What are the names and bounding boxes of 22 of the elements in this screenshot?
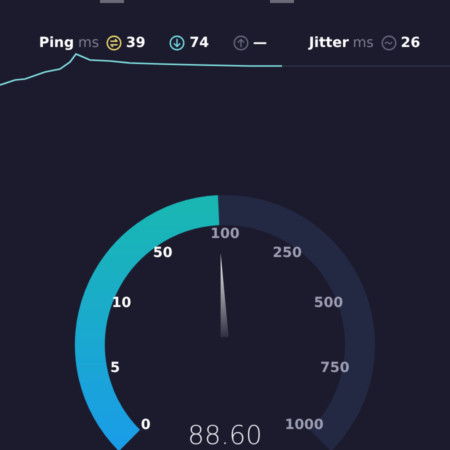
scale-label: 0 xyxy=(140,417,151,434)
download-icon xyxy=(169,34,186,50)
ping-icon xyxy=(106,34,122,50)
unit-label: ms xyxy=(352,34,374,50)
upload-icon xyxy=(232,34,249,50)
scale-label: 5 xyxy=(110,360,120,376)
jitter-icon xyxy=(380,34,397,50)
stat-value: 74 xyxy=(189,34,209,50)
stat-value: 26 xyxy=(400,34,420,50)
stat-value: — xyxy=(252,34,267,50)
stat-label: Jitter xyxy=(308,34,349,50)
scale-label: 500 xyxy=(314,295,344,312)
stat-label: Ping xyxy=(39,34,74,50)
scale-label: 100 xyxy=(210,226,240,242)
unit-label: ms xyxy=(78,34,99,50)
scale-label: 10 xyxy=(112,295,132,312)
scale-label: 1000 xyxy=(284,417,324,434)
scale-label: 750 xyxy=(320,360,350,376)
stat-value: 39 xyxy=(126,34,146,50)
scale-label: 50 xyxy=(153,244,173,261)
speed-reading: 88.60 xyxy=(188,421,262,450)
scale-label: 250 xyxy=(272,244,302,261)
